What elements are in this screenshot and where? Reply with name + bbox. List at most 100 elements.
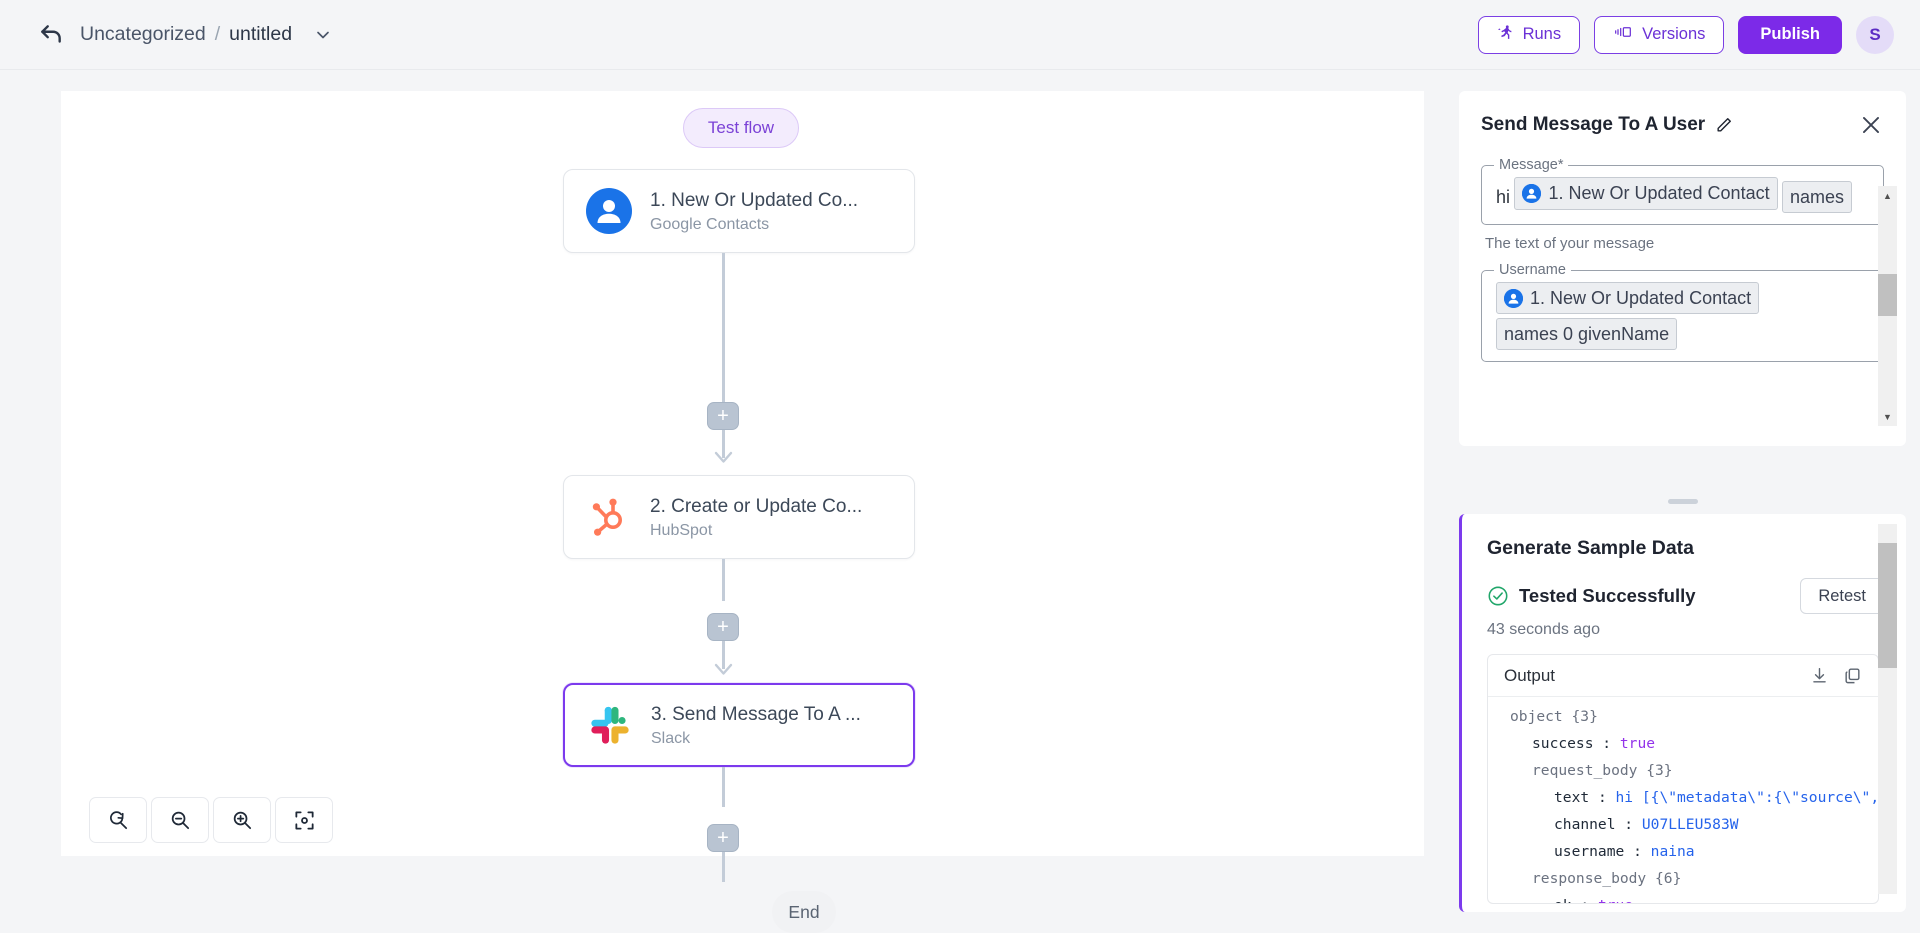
breadcrumb: Uncategorized / untitled (80, 23, 333, 46)
back-arrow-icon[interactable] (38, 22, 64, 48)
output-label: Output (1504, 665, 1556, 685)
test-flow-button[interactable]: Test flow (683, 108, 799, 148)
add-step-button-1[interactable]: + (707, 402, 739, 430)
json-row[interactable]: username : naina (1488, 838, 1878, 865)
flow-node-3-text: 3. Send Message To A ... Slack (651, 702, 861, 749)
versions-button-label: Versions (1642, 25, 1706, 43)
step-config-fields: ⌄ Message* hi 1. New Or Updated Contact (1459, 150, 1906, 363)
json-colon: : (1597, 789, 1616, 806)
google-contacts-chip-icon-2 (1504, 288, 1523, 308)
message-field-helper: The text of your message (1485, 235, 1655, 253)
fit-to-screen-icon[interactable] (275, 797, 333, 843)
zoom-out-icon[interactable] (151, 797, 209, 843)
flow-node-1-text: 1. New Or Updated Co... Google Contacts (650, 188, 858, 235)
step-config-card: Send Message To A User ⌄ Message* hi 1. … (1459, 91, 1906, 446)
panel-title: Send Message To A User (1481, 114, 1706, 135)
runs-button-label: Runs (1522, 25, 1562, 43)
username-field-legend: Username (1494, 262, 1571, 279)
message-field[interactable]: Message* hi 1. New Or Updated Contact na… (1481, 157, 1884, 226)
connector-1b (722, 325, 725, 402)
json-key: request_body {3} (1532, 762, 1673, 779)
download-icon[interactable] (1810, 666, 1829, 685)
sample-data-timestamp: 43 seconds ago (1487, 621, 1600, 638)
sample-data-scrollbar-thumb[interactable] (1878, 543, 1897, 668)
publish-button[interactable]: Publish (1738, 15, 1842, 54)
output-header: Output (1488, 655, 1878, 697)
chevron-down-icon[interactable] (313, 25, 333, 45)
add-step-button-2[interactable]: + (707, 613, 739, 641)
flow-node-3[interactable]: 3. Send Message To A ... Slack (563, 683, 915, 767)
flow-node-2-app: HubSpot (650, 522, 713, 540)
panel-resize-handle[interactable] (1668, 499, 1698, 504)
breadcrumb-current[interactable]: untitled (229, 23, 292, 46)
json-colon: : (1602, 735, 1620, 752)
output-box: Output object {3} success: true request… (1487, 654, 1879, 904)
config-scrollbar-thumb[interactable] (1878, 274, 1897, 316)
json-key: username (1554, 843, 1634, 860)
pencil-icon[interactable] (1714, 115, 1734, 135)
sample-data-scrollbar[interactable] (1878, 524, 1897, 894)
json-row[interactable]: response_body {6} (1488, 865, 1878, 892)
avatar[interactable]: S (1856, 15, 1894, 54)
hubspot-icon (586, 494, 632, 540)
versions-button[interactable]: Versions (1594, 15, 1725, 54)
add-step-button-3[interactable]: + (707, 824, 739, 852)
username-field-chip-2-label: names 0 givenName (1504, 324, 1670, 345)
username-field[interactable]: Username 1. New Or Updated Contact names… (1481, 262, 1884, 363)
output-actions (1810, 666, 1862, 685)
copy-icon[interactable] (1843, 666, 1862, 685)
message-field-chip[interactable]: 1. New Or Updated Contact (1514, 177, 1778, 210)
json-colon: : (1633, 843, 1651, 860)
connector-3 (722, 767, 725, 807)
connector-1 (722, 253, 725, 325)
json-key: success (1532, 735, 1603, 752)
runner-icon (1497, 24, 1514, 46)
reset-zoom-icon[interactable] (89, 797, 147, 843)
json-row[interactable]: object {3} (1488, 703, 1878, 730)
username-field-chip-label: 1. New Or Updated Contact (1530, 288, 1752, 309)
flow-node-1-title: 1. New Or Updated Co... (650, 189, 859, 211)
json-row[interactable]: channel : U07LLEU583W (1488, 811, 1878, 838)
close-icon[interactable] (1858, 112, 1884, 138)
scroll-up-icon[interactable]: ▲ (1878, 186, 1897, 205)
json-key: object {3} (1510, 708, 1598, 725)
message-field-prefix: hi (1496, 187, 1511, 207)
zoom-toolbar (89, 797, 333, 843)
json-row[interactable]: text : hi [{\"metadata\":{\"source\", (1488, 784, 1878, 811)
config-scrollbar[interactable]: ▲ ▼ (1878, 186, 1897, 426)
zoom-in-icon[interactable] (213, 797, 271, 843)
flow-node-3-app: Slack (651, 730, 691, 748)
json-value: hi [{\"metadata\":{\"source\", (1615, 789, 1878, 806)
top-bar-actions: Runs Versions Publish S (1477, 15, 1894, 54)
flow-canvas[interactable]: Test flow 1. New Or Updated Co... Google… (61, 91, 1424, 933)
connector-2-arrow (713, 661, 734, 677)
step-config-header: Send Message To A User (1459, 91, 1906, 138)
check-circle-icon (1487, 585, 1509, 607)
json-row[interactable]: success : true (1488, 730, 1878, 757)
flow-node-1[interactable]: 1. New Or Updated Co... Google Contacts (563, 169, 915, 253)
json-value: true (1598, 897, 1633, 903)
json-row[interactable]: request_body {3} (1488, 757, 1878, 784)
json-value: U07LLEU583W (1641, 816, 1739, 833)
flow-node-3-title: 3. Send Message To A ... (651, 703, 861, 725)
flow-node-2[interactable]: 2. Create or Update Co... HubSpot (563, 475, 915, 559)
runs-button[interactable]: Runs (1477, 15, 1581, 54)
message-field-chip-2[interactable]: names (1782, 181, 1853, 214)
connector-3b (722, 852, 725, 882)
sample-data-title: Generate Sample Data (1487, 537, 1695, 559)
flow-node-1-app: Google Contacts (650, 216, 770, 234)
breadcrumb-root[interactable]: Uncategorized (80, 23, 206, 46)
json-colon: : (1624, 816, 1642, 833)
username-field-chip[interactable]: 1. New Or Updated Contact (1496, 282, 1760, 315)
sample-data-status-row: Tested Successfully Retest (1487, 578, 1884, 614)
username-field-chip-2[interactable]: names 0 givenName (1496, 318, 1678, 351)
retest-button[interactable]: Retest (1800, 578, 1884, 614)
json-value: true (1619, 735, 1656, 752)
right-panel: Send Message To A User ⌄ Message* hi 1. … (1446, 71, 1920, 912)
json-row[interactable]: ok : true (1488, 892, 1878, 903)
output-json-tree[interactable]: object {3} success : true request_body {3}… (1488, 697, 1878, 903)
google-contacts-icon (586, 188, 632, 234)
slack-icon (587, 702, 633, 748)
scroll-down-icon[interactable]: ▼ (1878, 407, 1897, 426)
json-key: ok (1554, 897, 1580, 903)
